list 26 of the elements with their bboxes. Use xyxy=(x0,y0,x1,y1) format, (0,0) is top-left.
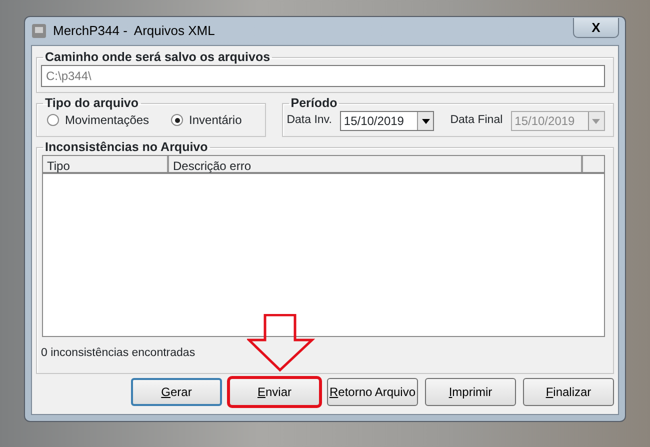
radio-label[interactable]: Movimentações xyxy=(65,111,150,129)
group-title: Inconsistências no Arquivo xyxy=(44,141,209,153)
group-title: Período xyxy=(290,97,338,109)
group-title: Tipo do arquivo xyxy=(44,97,140,109)
column-header[interactable]: Tipo xyxy=(43,156,169,172)
date-dropdown[interactable]: 15/10/2019 xyxy=(340,111,434,131)
radio-label[interactable]: Inventário xyxy=(189,111,242,129)
arrow-annotation xyxy=(247,314,315,372)
dialog-button[interactable]: Enviar xyxy=(229,378,320,406)
dialog-button[interactable]: Retorno Arquivo xyxy=(327,378,418,406)
dialog-button[interactable]: Imprimir xyxy=(425,378,516,406)
dialog-button[interactable]: Gerar xyxy=(131,378,222,406)
field-label: Data Inv. xyxy=(286,113,332,128)
path-field[interactable]: C:\p344\ xyxy=(41,65,605,87)
status-text: 0 inconsistências encontradas xyxy=(41,346,196,361)
radio-button[interactable] xyxy=(171,114,184,126)
app-icon xyxy=(31,23,47,39)
caret-icon xyxy=(592,118,600,124)
group-title: Caminho onde será salvo os arquivos xyxy=(44,51,272,63)
column-header[interactable]: Descrição erro xyxy=(169,156,583,172)
radio-button[interactable] xyxy=(47,114,59,126)
caret-icon xyxy=(422,118,430,124)
field-label: Data Final xyxy=(450,113,503,128)
dialog-button[interactable]: Finalizar xyxy=(523,378,614,406)
window-title: MerchP344 - Arquivos XML xyxy=(53,22,215,40)
close-button[interactable]: X xyxy=(573,18,619,38)
